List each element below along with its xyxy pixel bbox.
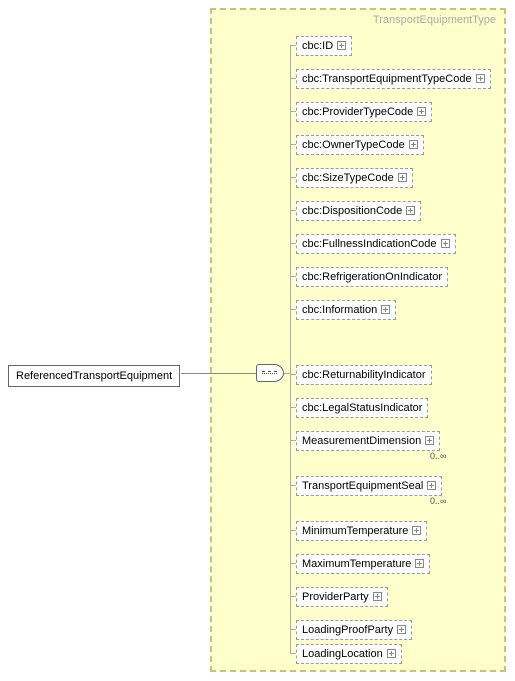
expand-icon[interactable] (409, 140, 418, 149)
connector-branch (290, 309, 296, 310)
connector-branch (290, 210, 296, 211)
child-label: cbc:DispositionCode (302, 205, 402, 217)
expand-icon[interactable] (425, 436, 434, 445)
connector-branch (290, 144, 296, 145)
expand-icon[interactable] (387, 649, 396, 658)
connector-trunk (290, 45, 291, 653)
child-label: MinimumTemperature (302, 525, 408, 537)
child-element[interactable]: cbc:DispositionCode (296, 201, 421, 221)
connector-branch (290, 243, 296, 244)
child-label: TransportEquipmentSeal (302, 480, 423, 492)
connector-branch (290, 78, 296, 79)
expand-icon[interactable] (417, 107, 426, 116)
connector-branch (290, 629, 296, 630)
expand-icon[interactable] (397, 625, 406, 634)
group-title: TransportEquipmentType (373, 14, 496, 26)
child-element[interactable]: MinimumTemperature (296, 521, 427, 541)
cardinality-label: 0..∞ (430, 496, 446, 506)
connector-branch (290, 407, 296, 408)
cardinality-label: 0..∞ (430, 451, 446, 461)
root-label: ReferencedTransportEquipment (16, 370, 172, 382)
child-element[interactable]: cbc:TransportEquipmentTypeCode (296, 69, 491, 89)
expand-icon[interactable] (373, 592, 382, 601)
connector-branch (290, 111, 296, 112)
child-label: ProviderParty (302, 591, 369, 603)
child-element[interactable]: cbc:OwnerTypeCode (296, 135, 424, 155)
expand-icon[interactable] (406, 206, 415, 215)
child-element[interactable]: ProviderParty (296, 587, 388, 607)
expand-icon[interactable] (412, 526, 421, 535)
connector-branch (290, 653, 296, 654)
expand-icon[interactable] (337, 41, 346, 50)
connector-branch (290, 440, 296, 441)
connector-branch (290, 596, 296, 597)
expand-icon[interactable] (476, 74, 485, 83)
expand-icon[interactable] (381, 305, 390, 314)
child-label: cbc:Information (302, 304, 377, 316)
connector-branch (290, 177, 296, 178)
child-label: cbc:RefrigerationOnIndicator (302, 271, 442, 283)
child-label: MaximumTemperature (302, 558, 411, 570)
connector (181, 373, 256, 374)
child-element[interactable]: cbc:LegalStatusIndicator (296, 398, 428, 418)
child-element[interactable]: LoadingLocation (296, 644, 402, 664)
expand-icon[interactable] (427, 481, 436, 490)
child-label: cbc:OwnerTypeCode (302, 139, 405, 151)
connector-branch (290, 485, 296, 486)
child-element[interactable]: cbc:SizeTypeCode (296, 168, 413, 188)
child-label: cbc:ID (302, 40, 333, 52)
child-label: cbc:TransportEquipmentTypeCode (302, 73, 472, 85)
child-label: LoadingLocation (302, 648, 383, 660)
child-label: cbc:ProviderTypeCode (302, 106, 413, 118)
child-label: MeasurementDimension (302, 435, 421, 447)
sequence-icon[interactable] (256, 364, 284, 382)
root-element[interactable]: ReferencedTransportEquipment (8, 365, 180, 387)
connector-branch (290, 563, 296, 564)
expand-icon[interactable] (441, 239, 450, 248)
child-element[interactable]: cbc:ReturnabilityIndicator (296, 365, 432, 385)
connector-branch (290, 374, 296, 375)
child-element[interactable]: MaximumTemperature (296, 554, 430, 574)
child-label: cbc:FullnessIndicationCode (302, 238, 437, 250)
child-label: LoadingProofParty (302, 624, 393, 636)
child-element[interactable]: TransportEquipmentSeal (296, 476, 442, 496)
child-label: cbc:ReturnabilityIndicator (302, 369, 426, 381)
child-element[interactable]: MeasurementDimension (296, 431, 440, 451)
connector-branch (290, 530, 296, 531)
child-element[interactable]: cbc:ID (296, 36, 352, 56)
child-label: cbc:LegalStatusIndicator (302, 402, 422, 414)
child-element[interactable]: cbc:ProviderTypeCode (296, 102, 432, 122)
expand-icon[interactable] (398, 173, 407, 182)
connector-branch (290, 276, 296, 277)
child-element[interactable]: LoadingProofParty (296, 620, 412, 640)
connector-branch (290, 45, 296, 46)
expand-icon[interactable] (415, 559, 424, 568)
child-element[interactable]: cbc:Information (296, 300, 396, 320)
child-label: cbc:SizeTypeCode (302, 172, 394, 184)
child-element[interactable]: cbc:RefrigerationOnIndicator (296, 267, 448, 287)
child-element[interactable]: cbc:FullnessIndicationCode (296, 234, 456, 254)
